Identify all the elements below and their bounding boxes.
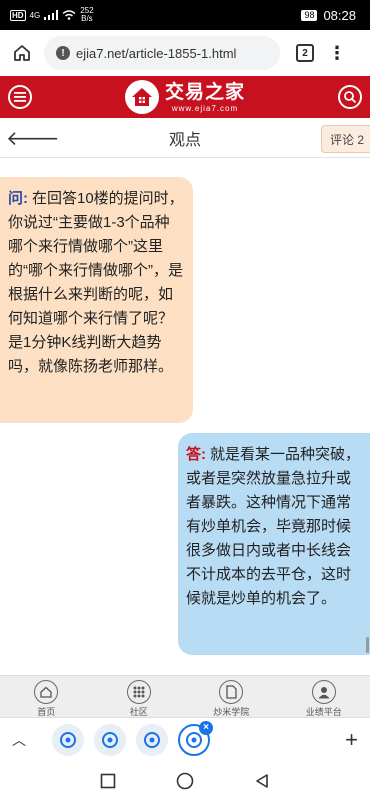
answer-prefix: 答: (186, 446, 206, 463)
grid-icon (126, 680, 151, 704)
system-nav (0, 761, 370, 800)
tab-chip[interactable] (94, 723, 126, 756)
network-label: 4G (29, 10, 41, 20)
question-bubble: 问: 在回答10楼的提问时，你说过“主要做1-3个品种 哪个来行情做哪个”这里的“… (0, 177, 193, 423)
nav-item-academy[interactable]: 炒米学院 (185, 676, 278, 717)
nav-label: 业绩平台 (305, 707, 342, 717)
site-header: 交易之家 www.ejia7.com (0, 76, 370, 118)
nav-label: 炒米学院 (213, 707, 250, 717)
answer-text: 就是看某一品种突破，或者是突然放量急拉升或者暴跌。这种情况下通常有炒单机会，毕竟… (186, 446, 361, 607)
tab-list: × (52, 720, 213, 756)
back-triangle-icon[interactable] (254, 773, 270, 789)
nav-item-performance[interactable]: 业绩平台 (278, 676, 370, 717)
address-bar[interactable]: ! ejia7.net/article-1855-1.html (44, 36, 280, 70)
tab-switcher-button[interactable]: 2 (296, 44, 314, 62)
scrollbar[interactable] (366, 637, 369, 653)
tab-strip: ︿ × + (0, 717, 370, 761)
network-speed: 252 B/s (80, 7, 93, 23)
site-favicon (60, 731, 76, 748)
site-favicon (186, 731, 202, 748)
logo-url: www.ejia7.com (171, 103, 239, 113)
logo-house-icon (124, 80, 159, 114)
signal-icon (44, 10, 59, 20)
article-content[interactable]: 问: 在回答10楼的提问时，你说过“主要做1-3个品种 哪个来行情做哪个”这里的“… (0, 159, 370, 675)
nav-label: 首页 (37, 707, 56, 717)
url-text: ejia7.net/article-1855-1.html (76, 45, 237, 61)
back-arrow-icon[interactable]: 🡐 (6, 126, 60, 151)
article-title-bar: 🡐 观点 评论 2 (0, 118, 370, 158)
menu-button[interactable] (8, 85, 32, 109)
question-prefix: 问: (8, 190, 28, 207)
status-bar: HD 4G 252 B/s 98 08:28 (0, 0, 370, 30)
battery-icon: 98 (301, 9, 318, 21)
search-button[interactable] (337, 85, 362, 109)
home-icon (14, 45, 30, 61)
wifi-icon (62, 10, 76, 20)
document-icon (219, 680, 244, 704)
browser-toolbar: ! ejia7.net/article-1855-1.html 2 ⋮ (0, 30, 370, 76)
question-text: 在回答10楼的提问时，你说过“主要做1-3个品种 哪个来行情做哪个”这里的“哪个… (8, 190, 184, 375)
nav-item-home[interactable]: 首页 (0, 676, 93, 717)
site-favicon (144, 731, 160, 748)
site-logo[interactable]: 交易之家 www.ejia7.com (124, 80, 245, 114)
warning-icon[interactable]: ! (56, 46, 70, 60)
nav-item-community[interactable]: 社区 (93, 676, 186, 717)
chevron-up-icon[interactable]: ︿ (12, 730, 32, 750)
clock: 08:28 (323, 7, 356, 23)
menu-icon (14, 92, 26, 102)
hd-indicator: HD (10, 9, 26, 21)
tab-chip-active[interactable]: × (178, 720, 213, 756)
home-circle-icon[interactable] (176, 772, 194, 790)
bottom-nav: 首页 社区 炒米学院 业绩平台 (0, 675, 370, 717)
more-vert-icon[interactable]: ⋮ (328, 44, 346, 62)
search-icon (344, 91, 357, 104)
tab-chip[interactable] (136, 723, 168, 756)
close-icon[interactable]: × (199, 720, 213, 735)
home-button[interactable] (8, 39, 36, 67)
home-icon (34, 680, 59, 704)
recent-apps-icon[interactable] (100, 773, 116, 789)
user-icon (311, 680, 336, 704)
comment-button[interactable]: 评论 2 (320, 125, 370, 153)
answer-bubble: 答: 就是看某一品种突破，或者是突然放量急拉升或者暴跌。这种情况下通常有炒单机会，… (178, 433, 370, 655)
tab-chip[interactable] (52, 723, 84, 756)
site-favicon (102, 731, 118, 748)
speed-unit: B/s (81, 14, 93, 23)
add-tab-button[interactable]: + (345, 728, 358, 751)
nav-label: 社区 (129, 707, 148, 717)
logo-name: 交易之家 (164, 81, 245, 103)
